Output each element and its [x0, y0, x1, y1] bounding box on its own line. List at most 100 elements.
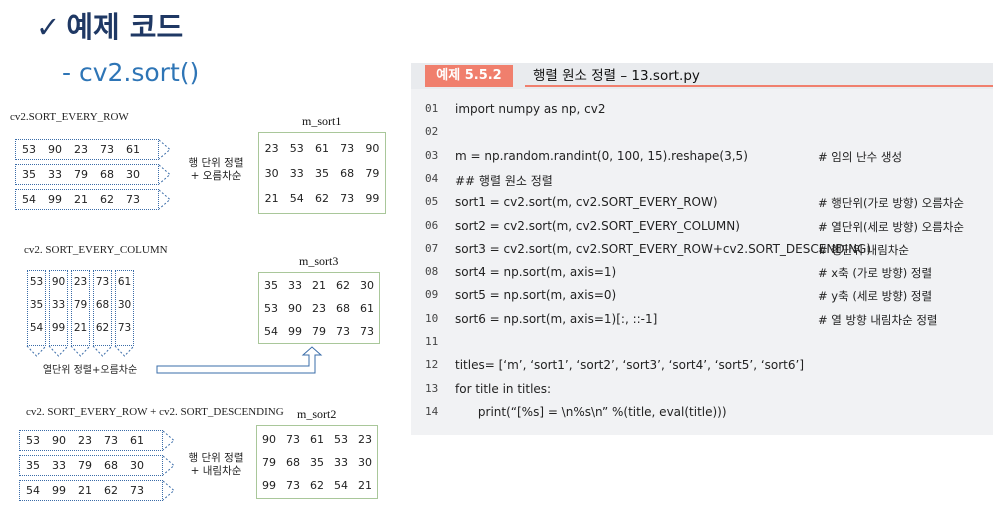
code-text: print(“[%s] = \n%s\n” %(title, eval(titl… [455, 404, 727, 419]
matrix-cell: 54 [26, 484, 40, 497]
line-number: 01 [425, 102, 439, 115]
matrix-cell: 62 [336, 279, 350, 292]
input-row: 35 33 79 68 30 [19, 455, 163, 476]
line-number: 08 [425, 265, 439, 279]
matrix-cell: 90 [52, 434, 66, 447]
line-number: 12 [425, 358, 439, 372]
code-text: sort4 = np.sort(m, axis=1) [455, 265, 617, 280]
matrix-cell: 73 [360, 325, 374, 338]
m-sort3-matrix: 35 33 21 62 30 53 90 23 68 61 54 99 79 73 73 [258, 272, 380, 344]
matrix-cell: 23 [312, 302, 326, 315]
line-number: 14 [425, 404, 439, 418]
m-sort2-label: m_sort2 [297, 407, 337, 421]
code-text: m = np.random.randint(0, 100, 15).reshap… [455, 148, 748, 163]
matrix-cell: 30 [358, 456, 372, 469]
code-text: titles= [‘m’, ‘sort1’, ‘sort2’, ‘sort3’,… [455, 358, 805, 373]
line-number: 10 [425, 311, 439, 325]
arrow-right-icon [162, 455, 175, 476]
result-row: 99 73 62 54 21 [257, 479, 377, 492]
code-comment: # y축 (세로 방향) 정렬 [818, 289, 933, 304]
line-number: 06 [425, 218, 439, 232]
line-number: 09 [425, 288, 439, 302]
result-row: 54 99 79 73 73 [259, 325, 379, 338]
matrix-cell: 21 [78, 484, 92, 497]
matrix-cell: 68 [104, 459, 118, 472]
code-text: for title in titles: [455, 381, 552, 396]
matrix-cell: 73 [286, 479, 300, 492]
matrix-cell: 79 [78, 459, 92, 472]
matrix-cell: 68 [336, 302, 350, 315]
arrow-down-icon [26, 345, 47, 357]
m-sort2-matrix: 90 73 61 53 23 79 68 35 33 30 99 73 62 54 21 [256, 425, 378, 499]
matrix-cell: 54 [334, 479, 348, 492]
code-comment: # 열 방향 내림차순 정렬 [818, 312, 938, 327]
line-number: 11 [425, 335, 439, 348]
descending-sort-note-line1: 행 단위 정렬 [188, 452, 244, 464]
matrix-cell: 23 [78, 434, 92, 447]
code-text: sort5 = np.sort(m, axis=0) [455, 288, 617, 303]
matrix-cell: 99 [288, 325, 302, 338]
code-text: ## 행렬 원소 정렬 [455, 173, 553, 188]
code-example-header: 예제 5.5.2 행렬 원소 정렬 – 13.sort.py [411, 63, 993, 89]
matrix-cell: 68 [286, 456, 300, 469]
input-row: 53 90 23 73 61 [19, 430, 163, 451]
matrix-cell: 73 [336, 325, 350, 338]
code-comment: # x축 (가로 방향) 정렬 [818, 266, 933, 281]
arrow-right-icon [158, 164, 171, 185]
matrix-cell: 23 [358, 433, 372, 446]
arrow-down-icon [70, 345, 91, 357]
code-text: import numpy as np, cv2 [455, 102, 606, 116]
descending-sort-label: cv2. SORT_EVERY_ROW + cv2. SORT_DESCENDI… [26, 406, 284, 418]
code-comment: # 열단위(세로 방향) 오름차순 [818, 219, 964, 234]
arrow-right-icon [162, 430, 175, 451]
code-comment: # 임의 난수 생성 [818, 149, 903, 164]
code-text: sort3 = cv2.sort(m, cv2.SORT_EVERY_ROW+c… [455, 241, 872, 256]
example-title: 행렬 원소 정렬 – 13.sort.py [525, 65, 993, 87]
matrix-cell: 99 [262, 479, 276, 492]
code-text: sort1 = cv2.sort(m, cv2.SORT_EVERY_ROW) [455, 195, 718, 210]
matrix-cell: 73 [130, 484, 144, 497]
line-number: 03 [425, 148, 439, 162]
matrix-cell: 54 [264, 325, 278, 338]
matrix-cell: 90 [262, 433, 276, 446]
result-row: 35 33 21 62 30 [259, 279, 379, 292]
arrow-right-icon [162, 480, 175, 501]
matrix-cell: 35 [264, 279, 278, 292]
matrix-cell: 99 [52, 484, 66, 497]
matrix-cell: 79 [262, 456, 276, 469]
matrix-cell: 53 [26, 434, 40, 447]
matrix-cell: 90 [288, 302, 302, 315]
matrix-cell: 21 [312, 279, 326, 292]
descending-sort-note: 행 단위 정렬 + 내림차순 [180, 452, 252, 478]
arrow-down-icon [48, 345, 69, 357]
arrow-down-icon [114, 345, 135, 357]
matrix-cell: 30 [130, 459, 144, 472]
m-sort3-label: m_sort3 [299, 254, 339, 268]
matrix-cell: 61 [130, 434, 144, 447]
matrix-cell: 35 [26, 459, 40, 472]
matrix-cell: 35 [310, 456, 324, 469]
matrix-cell: 73 [286, 433, 300, 446]
arrow-right-icon [158, 189, 171, 210]
arrow-right-icon [158, 139, 171, 160]
example-number-tag: 예제 5.5.2 [425, 65, 513, 87]
line-number: 02 [425, 125, 439, 139]
code-example-panel: 예제 5.5.2 행렬 원소 정렬 – 13.sort.py 01 import … [411, 63, 993, 435]
line-number: 07 [425, 241, 439, 255]
matrix-cell: 21 [358, 479, 372, 492]
code-text: sort6 = np.sort(m, axis=1)[:, ::-1] [455, 311, 658, 326]
arrow-down-icon [92, 345, 113, 357]
matrix-cell: 30 [360, 279, 374, 292]
code-comment: # 행단위(가로 방향) 오름차순 [818, 196, 964, 211]
matrix-cell: 61 [310, 433, 324, 446]
descending-sort-note-line2: + 내림차순 [190, 465, 242, 477]
matrix-cell: 62 [310, 479, 324, 492]
matrix-cell: 33 [334, 456, 348, 469]
matrix-cell: 79 [312, 325, 326, 338]
matrix-cell: 62 [104, 484, 118, 497]
code-comment: # 행단위 내림차순 [818, 242, 910, 257]
result-row: 90 73 61 53 23 [257, 433, 377, 446]
line-number: 05 [425, 195, 439, 209]
matrix-cell: 33 [288, 279, 302, 292]
code-text: sort2 = cv2.sort(m, cv2.SORT_EVERY_COLUM… [455, 218, 740, 233]
